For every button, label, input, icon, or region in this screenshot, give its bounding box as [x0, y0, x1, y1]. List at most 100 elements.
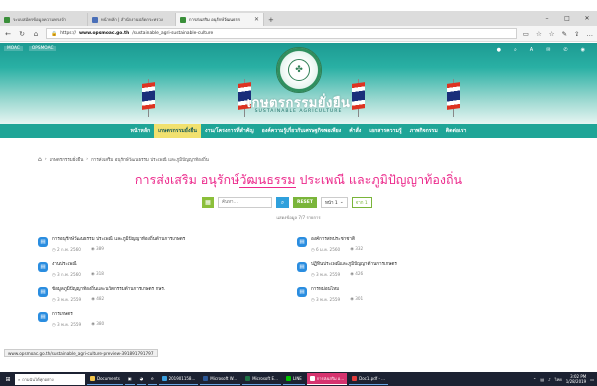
- taskbar-item-documents[interactable]: Documents: [87, 373, 123, 385]
- location-icon[interactable]: ◉: [581, 47, 585, 53]
- main-menu: หน้าหลัก เกษตรกรรมยั่งยืน งาน/โครงการที่…: [0, 124, 597, 138]
- browser-tab-3[interactable]: การส่งเสริม อนุรักษ์วัฒนธรร ✕: [176, 13, 264, 26]
- menu-item-knowledge[interactable]: องค์ความรู้เกี่ยวกับเศรษฐกิจพอเพียง: [258, 124, 346, 138]
- windows-start-icon[interactable]: ⊞: [3, 376, 13, 383]
- clock-date: 1/28/2019: [565, 379, 587, 384]
- taskbar-item-pdf[interactable]: Doc1.pdf - ...: [349, 373, 388, 385]
- taskbar-item-line[interactable]: LINE: [282, 373, 305, 385]
- notification-icon[interactable]: ▭: [590, 377, 594, 382]
- menu-item-projects[interactable]: งาน/โครงการที่สำคัญ: [201, 124, 258, 138]
- page-icon: [180, 16, 186, 23]
- volume-icon[interactable]: ♪: [548, 377, 551, 382]
- phone-icon[interactable]: ✆: [563, 47, 567, 53]
- menu-item-contact[interactable]: ติดต่อเรา: [442, 124, 471, 138]
- favorites-list-icon[interactable]: ☆: [549, 30, 555, 38]
- taskbar-item-image[interactable]: 201901158...: [158, 373, 199, 385]
- item-title[interactable]: องค์การสหประชาชาติ: [311, 236, 363, 243]
- mail-icon[interactable]: ✉: [546, 47, 550, 53]
- input-language[interactable]: ไทย: [555, 376, 562, 383]
- menu-item-sustainable-agri[interactable]: เกษตรกรรมยั่งยืน: [154, 124, 201, 138]
- search-input[interactable]: [218, 197, 272, 208]
- menu-item-orders[interactable]: คำสั่ง: [345, 124, 365, 138]
- address-bar[interactable]: 🔒 https://www.opsmoac.go.th/sustainable_…: [46, 28, 517, 39]
- item-date: ◷ 3 ก.พ. 2560: [52, 272, 81, 277]
- system-tray: ⌃ ▤ ♪ ไทย 3:02 PM 1/28/2019 ▭: [533, 374, 594, 384]
- new-tab-button[interactable]: +: [264, 13, 278, 26]
- browser-navbar: ← ↻ ⌂ 🔒 https://www.opsmoac.go.th/sustai…: [0, 26, 597, 42]
- list-item[interactable]: ▤ องค์การสหประชาชาติ ◷ 6 ม.ค. 2560 ◉ 332: [297, 236, 363, 253]
- font-size-icon[interactable]: A: [530, 47, 533, 53]
- taskbar-item-browser[interactable]: การส่งเสริม อ...: [306, 373, 348, 385]
- close-icon[interactable]: ✕: [254, 16, 259, 23]
- url-path: /sustainable_agri-sustainable-culture: [132, 31, 214, 36]
- taskbar-chrome-icon[interactable]: ◕: [136, 373, 147, 385]
- moac-link[interactable]: MOAC: [4, 46, 23, 51]
- list-item[interactable]: ▤ การเกษตร ◷ 3 พ.ค. 2559 ◉ 380: [38, 311, 104, 328]
- document-icon: ▤: [297, 287, 307, 297]
- user-icon[interactable]: ●: [497, 47, 501, 53]
- item-title[interactable]: การหม่อนไหม: [311, 286, 363, 293]
- ministry-seal-logo[interactable]: ✤: [276, 47, 322, 93]
- page-select[interactable]: หน้า 1 ⌄: [320, 197, 348, 208]
- folder-icon: [90, 376, 95, 381]
- home-icon[interactable]: ⌂: [32, 30, 40, 38]
- breadcrumb-link[interactable]: เกษตรกรรมยั่งยืน: [50, 156, 84, 163]
- list-item[interactable]: ▤ การหม่อนไหม ◷ 3 พ.ค. 2559 ◉ 301: [297, 286, 363, 303]
- item-title[interactable]: งานประเพณี: [52, 261, 104, 268]
- share-icon[interactable]: ⇪: [574, 30, 579, 38]
- tab-label: หน้าหลัก | สำนักงานปลัดกระทรวง: [101, 17, 163, 22]
- item-views: ◉ 318: [90, 271, 104, 276]
- grid-view-icon[interactable]: ▦: [202, 197, 214, 208]
- close-window-button[interactable]: ✕: [577, 15, 597, 22]
- item-date: ◷ 2 ก.พ. 2560: [52, 247, 81, 252]
- page-icon: [92, 16, 98, 23]
- favorite-star-icon[interactable]: ☆: [536, 30, 542, 38]
- maximize-button[interactable]: □: [557, 15, 577, 22]
- search-button[interactable]: ⌕: [276, 197, 289, 208]
- taskbar-item-word[interactable]: Microsoft W...: [200, 373, 241, 385]
- browser-tab-2[interactable]: หน้าหลัก | สำนักงานปลัดกระทรวง: [88, 13, 176, 26]
- taskbar-edge-icon[interactable]: e: [148, 373, 157, 385]
- item-title[interactable]: การเกษตร: [52, 311, 104, 318]
- taskbar-item-label: Microsoft W...: [210, 376, 238, 381]
- search-icon: ⌕: [18, 376, 21, 382]
- taskbar-search-box[interactable]: ⌕ ถามฉันได้ทุกอย่าง: [15, 373, 85, 385]
- list-item[interactable]: ▤ งานประเพณี ◷ 3 ก.พ. 2560 ◉ 318: [38, 261, 104, 278]
- browser-tab-1[interactable]: ระบบสมัครข้อมูลความทรงจำ: [0, 13, 88, 26]
- network-icon[interactable]: ▤: [540, 377, 544, 382]
- window-controls: – □ ✕: [537, 11, 597, 26]
- list-item[interactable]: ▤ การอนุรักษ์วัฒนธรรม ประเพณี และภูมิปัญ…: [38, 236, 185, 253]
- browser-toolbar: ▭ ☆ ☆ ✎ ⇪ …: [523, 30, 593, 38]
- document-icon: ▤: [38, 287, 48, 297]
- item-title[interactable]: การอนุรักษ์วัฒนธรรม ประเพณี และภูมิปัญญา…: [52, 236, 185, 243]
- reading-view-icon[interactable]: ▭: [523, 30, 529, 38]
- menu-item-documents[interactable]: เอกสารความรู้: [365, 124, 405, 138]
- clock[interactable]: 3:02 PM 1/28/2019: [566, 374, 587, 384]
- more-icon[interactable]: …: [587, 30, 594, 38]
- opsmoac-link[interactable]: OPSMOAC: [28, 46, 57, 51]
- taskbar-store-icon[interactable]: ▣: [124, 373, 135, 385]
- menu-item-home[interactable]: หน้าหลัก: [127, 124, 155, 138]
- taskbar-item-label: Microsoft E...: [252, 376, 278, 381]
- taskbar-item-excel[interactable]: Microsoft E...: [242, 373, 281, 385]
- result-count: แสดงข้อมูล 7/7 รายการ: [276, 215, 321, 220]
- back-arrow-icon[interactable]: ←: [4, 30, 12, 38]
- item-views: ◉ 332: [350, 246, 364, 251]
- page-title-part: ประเพณี และภูมิปัญญาท้องถิ่น: [295, 172, 463, 187]
- item-title[interactable]: ข้อมูลภูมิปัญญาท้องถิ่นและนวัตกรรมด้านกา…: [52, 286, 165, 293]
- taskbar-item-label: Doc1.pdf - ...: [359, 376, 385, 381]
- reset-button[interactable]: RESET: [293, 197, 317, 208]
- home-icon[interactable]: ⌂: [38, 156, 42, 163]
- minimize-button[interactable]: –: [537, 15, 557, 22]
- menu-item-gallery[interactable]: ภาพกิจกรรม: [406, 124, 442, 138]
- item-title[interactable]: ปฏิทินประเพณีและภูมิปัญญาด้านการเกษตร: [311, 261, 397, 268]
- refresh-icon[interactable]: ↻: [18, 30, 26, 38]
- pen-icon[interactable]: ✎: [562, 30, 567, 38]
- chevron-up-icon[interactable]: ⌃: [533, 377, 536, 382]
- list-item[interactable]: ▤ ปฏิทินประเพณีและภูมิปัญญาด้านการเกษตร …: [297, 261, 397, 278]
- page-title-part: การส่งเสริม อนุรักษ์: [134, 172, 240, 187]
- search-icon[interactable]: ⌕: [514, 47, 517, 53]
- taskbar-search-text: ถามฉันได้ทุกอย่าง: [22, 376, 54, 382]
- list-item[interactable]: ▤ ข้อมูลภูมิปัญญาท้องถิ่นและนวัตกรรมด้าน…: [38, 286, 165, 303]
- breadcrumb-current: การส่งเสริม อนุรักษ์วัฒนธรรม ประเพณี และ…: [91, 158, 209, 163]
